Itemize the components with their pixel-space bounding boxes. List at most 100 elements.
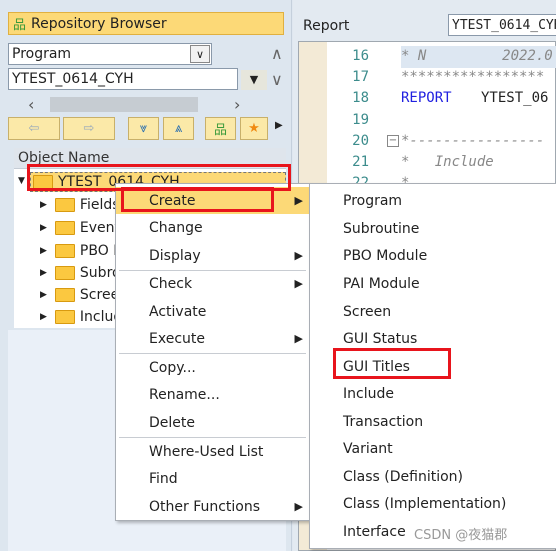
menu-item-where-used-list[interactable]: Where-Used List	[116, 438, 309, 465]
menu-item-label: Change	[149, 219, 203, 236]
report-name-field[interactable]: YTEST_0614_CYH	[448, 14, 556, 36]
menu-item-label: Copy...	[149, 359, 196, 376]
report-name-value: YTEST_0614_CYH	[452, 17, 556, 33]
favorites-button[interactable]: ★	[240, 117, 268, 140]
menu-item-label: Execute	[149, 330, 205, 347]
line-number: 20	[352, 133, 369, 149]
submenu-item-variant[interactable]: Variant	[310, 435, 556, 462]
menu-item-label: Screen	[343, 303, 392, 320]
menu-item-rename[interactable]: Rename...	[116, 381, 309, 408]
line-number: 19	[352, 112, 369, 128]
submenu-item-class-implementation[interactable]: Class (Implementation)	[310, 490, 556, 517]
submenu-arrow-icon: ▶	[294, 500, 303, 513]
menu-item-label: GUI Status	[343, 330, 418, 347]
folder-icon	[54, 221, 75, 235]
submenu-arrow-icon: ▶	[294, 277, 303, 290]
submenu-arrow-icon: ▶	[294, 332, 303, 345]
menu-item-change[interactable]: Change	[116, 214, 309, 241]
context-menu: Create ▶ Change Display ▶ Check ▶ Activate …	[115, 183, 310, 521]
dropdown-button[interactable]: ▼	[241, 70, 267, 90]
submenu-item-subroutine[interactable]: Subroutine	[310, 215, 556, 242]
hierarchy-icon: 品	[13, 18, 27, 33]
menu-item-label: Other Functions	[149, 498, 261, 515]
menu-item-label: Where-Used List	[149, 443, 264, 460]
submenu-item-pai-module[interactable]: PAI Module	[310, 270, 556, 297]
expand-arrow-icon[interactable]: ▶	[40, 246, 47, 256]
submenu-item-pbo-module[interactable]: PBO Module	[310, 242, 556, 269]
folder-icon	[54, 244, 75, 258]
scroll-right-icon[interactable]: ›	[234, 95, 240, 114]
menu-item-label: Display	[149, 247, 201, 264]
folder-icon	[54, 310, 75, 324]
repository-browser-button[interactable]: 品 Repository Browser	[8, 12, 284, 35]
submenu-item-screen[interactable]: Screen	[310, 298, 556, 325]
tree-node[interactable]: ▶ Fields	[40, 194, 120, 216]
submenu-arrow-icon: ▶	[294, 249, 303, 262]
object-name-input[interactable]: YTEST_0614_CYH	[8, 68, 238, 90]
object-type-value: Program	[12, 46, 72, 62]
back-button[interactable]: ⇦	[8, 117, 60, 140]
folder-icon	[54, 198, 75, 212]
menu-item-delete[interactable]: Delete	[116, 409, 309, 436]
annotation-box-gui-titles	[333, 348, 451, 379]
menu-item-activate[interactable]: Activate	[116, 298, 309, 325]
folder-icon	[54, 266, 75, 280]
menu-item-other-functions[interactable]: Other Functions ▶	[116, 493, 309, 520]
report-label: Report	[303, 18, 350, 34]
scroll-up-icon[interactable]: ∧	[271, 44, 283, 63]
collapse-all-button[interactable]: ⩓	[163, 117, 194, 140]
menu-item-display[interactable]: Display ▶	[116, 242, 309, 269]
menu-item-label: Activate	[149, 303, 207, 320]
fold-collapse-icon[interactable]: −	[387, 135, 399, 147]
submenu-item-include[interactable]: Include	[310, 380, 556, 407]
menu-item-label: Rename...	[149, 386, 220, 403]
annotation-box-create	[121, 187, 274, 212]
submenu-item-transaction[interactable]: Transaction	[310, 408, 556, 435]
menu-item-label: Include	[343, 385, 394, 402]
more-icon[interactable]: ▶	[275, 120, 283, 131]
star-icon: ★	[248, 121, 260, 136]
hierarchy-icon: 品	[213, 123, 227, 138]
chevron-down-icon[interactable]: ∨	[190, 45, 210, 63]
horizontal-scrollbar[interactable]	[50, 97, 198, 112]
collapse-arrow-icon[interactable]: ▼	[18, 176, 25, 186]
menu-item-execute[interactable]: Execute ▶	[116, 325, 309, 352]
line-number: 18	[352, 90, 369, 106]
menu-item-label: Class (Definition)	[343, 468, 463, 485]
menu-item-label: Program	[343, 192, 403, 209]
menu-item-label: Find	[149, 470, 178, 487]
arrow-right-icon: ⇨	[83, 121, 95, 136]
menu-item-label: Subroutine	[343, 220, 420, 237]
repository-browser-label: Repository Browser	[31, 15, 167, 32]
expand-arrow-icon[interactable]: ▶	[40, 312, 47, 322]
code-keyword: REPORT	[401, 90, 452, 106]
code-line: YTEST_06	[481, 90, 549, 106]
menu-item-label: Check	[149, 275, 193, 292]
expand-arrow-icon[interactable]: ▶	[40, 200, 47, 210]
tree-node-label: Fields	[79, 197, 120, 213]
code-line: * N 2022.0	[401, 48, 553, 64]
submenu-item-class-definition[interactable]: Class (Definition)	[310, 463, 556, 490]
line-number: 21	[352, 154, 369, 170]
expand-arrow-icon[interactable]: ▶	[40, 290, 47, 300]
object-type-select[interactable]: Program ∨	[8, 43, 212, 65]
forward-button[interactable]: ⇨	[63, 117, 115, 140]
scroll-left-icon[interactable]: ‹	[28, 95, 34, 114]
menu-item-label: Transaction	[343, 413, 424, 430]
menu-item-find[interactable]: Find	[116, 465, 309, 492]
submenu-arrow-icon: ▶	[294, 194, 303, 207]
code-line: * Include	[401, 154, 494, 170]
line-number: 17	[352, 69, 369, 85]
expand-arrow-icon[interactable]: ▶	[40, 223, 47, 233]
submenu-item-program[interactable]: Program	[310, 187, 556, 214]
expand-all-button[interactable]: ⩔	[128, 117, 159, 140]
expand-icon: ⩔	[139, 121, 148, 136]
menu-item-copy[interactable]: Copy...	[116, 354, 309, 381]
object-name-value: YTEST_0614_CYH	[12, 71, 134, 87]
code-line: *****************	[401, 69, 545, 85]
watermark: CSDN @夜猫郡	[414, 528, 508, 543]
scroll-down-icon[interactable]: ∨	[271, 70, 283, 89]
expand-arrow-icon[interactable]: ▶	[40, 268, 47, 278]
menu-item-check[interactable]: Check ▶	[116, 270, 309, 297]
hierarchy-up-button[interactable]: 品	[205, 117, 236, 140]
